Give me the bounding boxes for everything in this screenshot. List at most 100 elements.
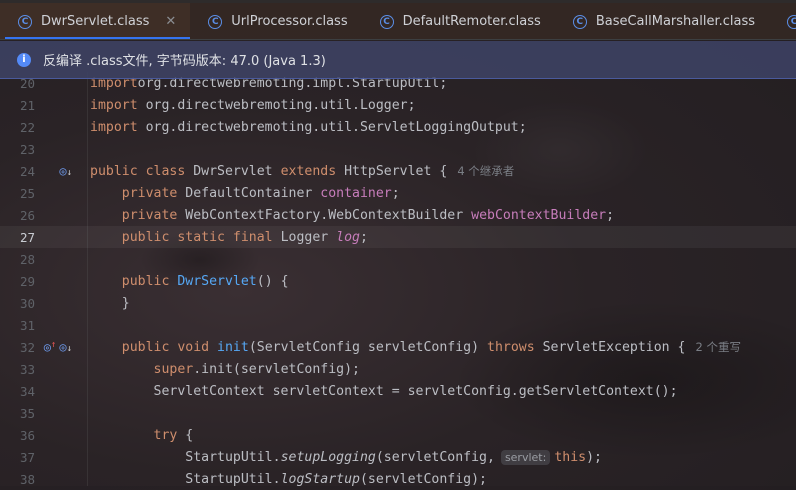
code-token: ; xyxy=(359,229,368,245)
usages-hint[interactable]: 4 个继承者 xyxy=(457,164,514,178)
code-token: webContextBuilder xyxy=(471,207,607,223)
code-line[interactable]: 29 public DwrServlet() { xyxy=(0,270,796,292)
code-token: ); xyxy=(586,449,602,465)
keyword-token: public xyxy=(121,273,178,289)
gutter-icons: ◎↓ xyxy=(40,164,80,178)
line-number: 38 xyxy=(19,471,35,487)
line-number: 36 xyxy=(19,427,35,443)
code-text: } xyxy=(90,296,130,311)
code-token: } xyxy=(90,295,130,311)
code-text: public static final Logger log; xyxy=(90,230,368,245)
line-number: 22 xyxy=(19,119,35,135)
keyword-token: import xyxy=(90,119,146,135)
code-line[interactable]: 26 private WebContextFactory.WebContextB… xyxy=(0,204,796,226)
line-number: 33 xyxy=(19,361,35,377)
line-number: 27 xyxy=(19,229,35,245)
code-text: public DwrServlet() { xyxy=(90,274,289,289)
line-number: 23 xyxy=(19,141,35,157)
banner-text: 反编译 .class文件, 字节码版本: 47.0 (Java 1.3) xyxy=(43,54,326,69)
implemented-by-icon[interactable]: ◎↓ xyxy=(59,164,72,178)
code-line[interactable]: 25 private DefaultContainer container; xyxy=(0,182,796,204)
line-number: 30 xyxy=(19,295,35,311)
decompiled-info-banner: i 反编译 .class文件, 字节码版本: 47.0 (Java 1.3) xyxy=(0,41,796,79)
code-line[interactable]: 33 super.init(servletConfig); xyxy=(0,358,796,380)
code-token: ServletException { xyxy=(542,340,686,355)
line-number: 25 xyxy=(19,185,35,201)
code-line[interactable]: 36 try { xyxy=(0,424,796,446)
code-token: (servletConfig, xyxy=(375,449,495,465)
code-text: import org.directwebremoting.util.Servle… xyxy=(90,120,527,135)
code-token: ServletContext servletContext = servletC… xyxy=(90,383,678,399)
code-text: StartupUtil.logStartup(servletConfig); xyxy=(90,472,487,487)
tab-basecallmarshaller[interactable]: C BaseCallMarshaller.class xyxy=(555,3,769,39)
overrides-method-icon[interactable]: ◎↑ xyxy=(44,340,57,354)
line-number: 24 xyxy=(19,163,35,179)
keyword-token: private xyxy=(121,185,186,201)
code-line[interactable]: 27 public static final Logger log; xyxy=(0,226,796,248)
line-number: 29 xyxy=(19,273,35,289)
code-token: ; xyxy=(391,185,400,201)
line-number: 35 xyxy=(19,405,35,421)
code-line[interactable]: 22 import org.directwebremoting.util.Serv… xyxy=(0,116,796,138)
code-text: import org.directwebremoting.util.Logger… xyxy=(90,98,416,113)
code-token: logStartup xyxy=(280,471,360,487)
keyword-token: extends xyxy=(280,164,345,179)
keyword-token: public class xyxy=(90,164,194,179)
keyword-token: this xyxy=(554,449,587,465)
code-text: private DefaultContainer container; xyxy=(90,186,400,201)
code-line[interactable]: 34 ServletContext servletContext = servl… xyxy=(0,380,796,402)
tab-plaincallmarshaller[interactable]: CPlainCallMarshaller.class xyxy=(769,3,796,39)
implemented-by-icon[interactable]: ◎↓ xyxy=(59,340,72,354)
class-file-icon: C xyxy=(572,14,587,29)
line-number: 37 xyxy=(19,449,35,465)
code-token: DefaultContainer xyxy=(185,185,321,201)
tab-defaultremoter[interactable]: C DefaultRemoter.class xyxy=(362,3,555,39)
line-number: 21 xyxy=(19,97,35,113)
code-line[interactable]: 38 StartupUtil.logStartup(servletConfig)… xyxy=(0,468,796,490)
code-token: .init(servletConfig); xyxy=(193,361,360,377)
code-line[interactable]: 21 import org.directwebremoting.util.Logg… xyxy=(0,94,796,116)
usages-hint[interactable]: 2 个重写 xyxy=(696,340,741,354)
tab-label: BaseCallMarshaller.class xyxy=(595,14,756,29)
code-line[interactable]: 35 xyxy=(0,402,796,424)
keyword-token: throws xyxy=(487,340,543,355)
code-line[interactable]: 30 } xyxy=(0,292,796,314)
code-token: init xyxy=(217,340,249,355)
code-line[interactable]: 37 StartupUtil.setupLogging(servletConfi… xyxy=(0,446,796,468)
code-token: StartupUtil. xyxy=(90,471,281,487)
close-tab-icon[interactable]: ✕ xyxy=(165,14,176,29)
class-file-icon: C xyxy=(379,14,394,29)
code-token: DwrServlet xyxy=(177,273,257,289)
code-line[interactable]: 32 ◎↑ ◎↓ public void init(ServletConfig se… xyxy=(0,336,796,358)
code-line[interactable]: 31 xyxy=(0,314,796,336)
code-line[interactable]: 24 ◎↓ public class DwrServlet extends Http… xyxy=(0,160,796,182)
tab-label: DefaultRemoter.class xyxy=(402,14,541,29)
class-file-icon: C xyxy=(208,14,223,29)
editor-tabs: C DwrServlet.class ✕ C UrlProcessor.class C De… xyxy=(0,3,796,40)
code-line[interactable]: 23 xyxy=(0,138,796,160)
code-token: container xyxy=(320,185,392,201)
tab-label: UrlProcessor.class xyxy=(231,14,348,29)
line-number: 28 xyxy=(19,251,35,267)
code-line[interactable]: 28 xyxy=(0,248,796,270)
code-text: super.init(servletConfig); xyxy=(90,362,360,377)
code-token: setupLogging xyxy=(280,449,376,465)
code-editor[interactable]: 20 importorg.directwebremoting.impl.Start… xyxy=(0,72,796,487)
keyword-token: import xyxy=(90,97,146,113)
keyword-token: public void xyxy=(121,340,218,355)
class-file-icon: C xyxy=(787,14,796,29)
keyword-token: private xyxy=(121,207,186,223)
code-token: org.directwebremoting.util.ServletLoggin… xyxy=(145,119,527,135)
tab-dwrservlet[interactable]: C DwrServlet.class ✕ xyxy=(0,3,191,39)
code-token: DwrServlet xyxy=(193,164,281,179)
code-token: log xyxy=(336,229,360,245)
code-text: StartupUtil.setupLogging(servletConfig, s… xyxy=(90,449,602,465)
line-number: 32 xyxy=(19,339,35,355)
line-number: 34 xyxy=(19,383,35,399)
tab-urlprocessor[interactable]: C UrlProcessor.class xyxy=(190,3,361,39)
